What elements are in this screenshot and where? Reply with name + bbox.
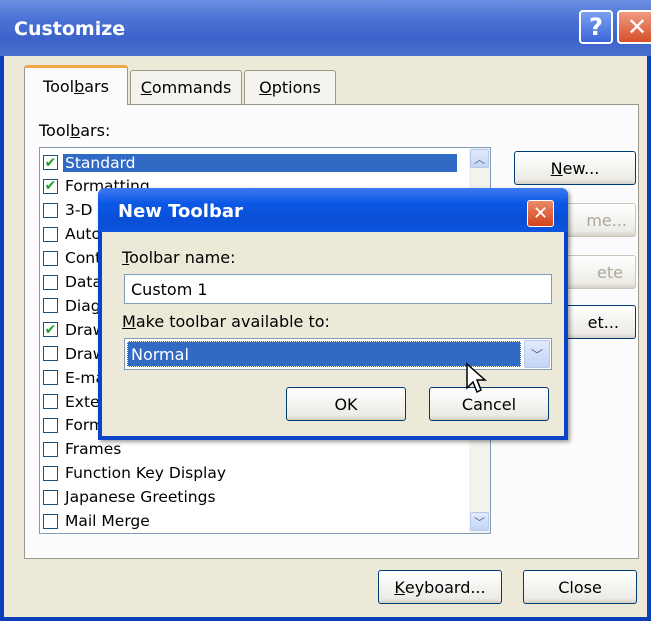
toolbar-name-input[interactable] (124, 274, 552, 304)
toolbars-list-label: Toolbars: (39, 121, 111, 140)
dropdown-button[interactable]: ﹀ (524, 340, 550, 368)
list-item[interactable]: Mail Merge (43, 510, 461, 533)
checkbox[interactable] (43, 394, 58, 409)
tab-commands[interactable]: Commands (130, 70, 242, 104)
tab-options[interactable]: Options (244, 70, 336, 104)
checkbox[interactable] (43, 250, 58, 266)
tab-commands-label: Commands (140, 78, 232, 97)
checkbox[interactable] (43, 274, 58, 290)
check-icon: ✔ (44, 154, 57, 171)
new-toolbar-dialog: New Toolbar ✕ Toolbar name: Make toolbar… (98, 188, 568, 440)
chevron-up-icon: ︿ (474, 152, 485, 166)
list-item[interactable]: Frames (43, 438, 461, 461)
cancel-button[interactable]: Cancel (429, 387, 549, 421)
checkbox[interactable] (43, 465, 58, 481)
available-to-value: Normal (127, 341, 521, 367)
checkbox[interactable]: ✔ (43, 155, 58, 170)
toolbar-name-label: Toolbar name: (122, 248, 236, 267)
close-button[interactable]: Close (523, 570, 637, 604)
checkbox[interactable] (43, 226, 58, 242)
list-item-label: Japanese Greetings (65, 488, 216, 507)
tab-options-label: Options (259, 78, 321, 97)
scroll-up-button[interactable]: ︿ (470, 149, 489, 168)
new-toolbar-client-area: Toolbar name: Make toolbar available to:… (102, 232, 564, 436)
chevron-down-icon: ﹀ (474, 515, 485, 529)
checkbox[interactable] (43, 489, 58, 505)
list-item-label: Function Key Display (65, 464, 227, 483)
new-toolbar-close-button[interactable]: ✕ (527, 200, 554, 227)
keyboard-button[interactable]: Keyboard... (378, 570, 502, 604)
checkbox[interactable] (43, 202, 58, 218)
mouse-pointer-icon (466, 362, 487, 394)
list-item[interactable]: ✔ Standard (43, 151, 461, 174)
checkbox[interactable] (43, 346, 58, 362)
close-icon: ✕ (626, 13, 648, 41)
checkbox[interactable] (43, 441, 58, 457)
list-item[interactable]: Japanese Greetings (43, 486, 461, 509)
list-item-label: Standard (63, 153, 457, 172)
check-icon: ✔ (44, 178, 57, 195)
checkbox[interactable] (43, 298, 58, 314)
checkbox[interactable]: ✔ (43, 321, 58, 338)
help-icon: ? (589, 13, 603, 41)
title-bar[interactable]: Customize ? ✕ (0, 0, 651, 56)
chevron-down-icon: ﹀ (530, 347, 543, 362)
window-close-button[interactable]: ✕ (617, 10, 651, 44)
available-to-label: Make toolbar available to: (122, 312, 330, 331)
tab-toolbars[interactable]: Toolbars (24, 65, 128, 105)
window-title: Customize (14, 18, 126, 40)
list-item[interactable]: Function Key Display (43, 462, 461, 485)
ok-button[interactable]: OK (286, 387, 406, 421)
new-toolbar-title: New Toolbar (118, 201, 243, 222)
new-toolbar-button[interactable]: New... (514, 151, 636, 185)
close-icon: ✕ (532, 203, 549, 224)
check-icon: ✔ (44, 321, 57, 338)
list-item-label: Mail Merge (65, 512, 150, 530)
available-to-select[interactable]: Normal ﹀ (124, 338, 552, 370)
tab-toolbars-label: Toolbars (43, 77, 109, 96)
checkbox[interactable]: ✔ (43, 178, 58, 195)
checkbox[interactable] (43, 513, 58, 529)
scroll-down-button[interactable]: ﹀ (470, 512, 489, 531)
checkbox[interactable] (43, 417, 58, 433)
checkbox[interactable] (43, 370, 58, 386)
new-toolbar-title-bar[interactable]: New Toolbar ✕ (98, 188, 568, 232)
list-item-label: Frames (65, 440, 122, 459)
help-button[interactable]: ? (579, 10, 613, 44)
